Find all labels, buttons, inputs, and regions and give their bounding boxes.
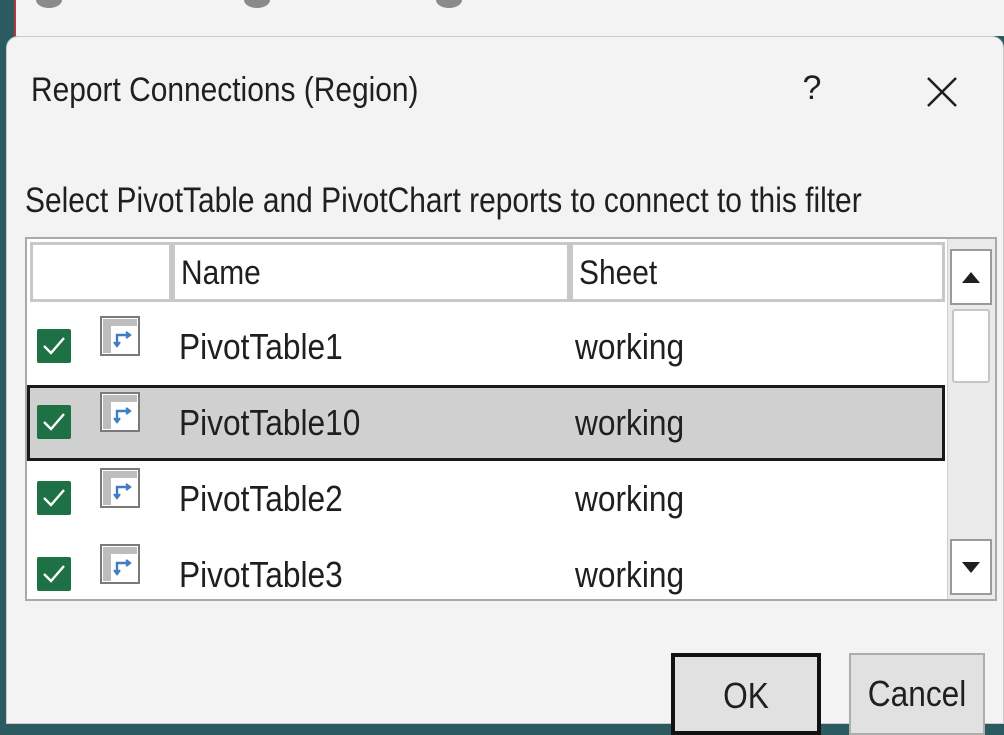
header-checkbox-column bbox=[30, 242, 172, 302]
table-header: Name Sheet bbox=[27, 239, 945, 309]
instruction-text: Select PivotTable and PivotChart reports… bbox=[25, 181, 862, 220]
row-sheet: working bbox=[575, 554, 685, 595]
table-row[interactable]: PivotTable2 working bbox=[27, 461, 945, 537]
scroll-thumb[interactable] bbox=[952, 309, 990, 383]
report-connections-dialog: Report Connections (Region) ? Select Piv… bbox=[6, 36, 1004, 735]
table-row[interactable]: PivotTable1 working bbox=[27, 309, 945, 385]
row-name: PivotTable1 bbox=[179, 326, 343, 367]
arrow-up-icon bbox=[962, 272, 980, 283]
background-decoration bbox=[436, 0, 462, 8]
row-name: PivotTable10 bbox=[179, 402, 361, 443]
checkmark-icon bbox=[43, 413, 65, 431]
help-button[interactable]: ? bbox=[787, 63, 837, 113]
dialog-title: Report Connections (Region) bbox=[31, 71, 419, 109]
ok-button[interactable]: OK bbox=[671, 653, 821, 735]
row-sheet: working bbox=[575, 326, 685, 367]
table-row[interactable]: PivotTable3 working bbox=[27, 537, 945, 599]
report-list: Name Sheet PivotTable1 working PivotTabl… bbox=[25, 237, 997, 601]
pivot-table-icon bbox=[100, 392, 140, 432]
row-name: PivotTable2 bbox=[179, 478, 343, 519]
pivot-table-icon bbox=[100, 316, 140, 356]
checkmark-icon bbox=[43, 337, 65, 355]
header-name-label: Name bbox=[181, 254, 261, 292]
pivot-table-icon bbox=[100, 544, 140, 584]
scroll-up-button[interactable] bbox=[950, 249, 992, 305]
row-checkbox[interactable] bbox=[37, 481, 71, 515]
pivot-table-icon bbox=[100, 468, 140, 508]
close-icon bbox=[927, 77, 957, 107]
row-checkbox[interactable] bbox=[37, 329, 71, 363]
header-sheet[interactable]: Sheet bbox=[570, 242, 945, 302]
close-button[interactable] bbox=[913, 63, 969, 119]
vertical-scrollbar[interactable] bbox=[947, 239, 995, 599]
background-decoration bbox=[244, 0, 270, 8]
cancel-button[interactable]: Cancel bbox=[849, 653, 985, 735]
checkmark-icon bbox=[43, 489, 65, 507]
row-checkbox[interactable] bbox=[37, 405, 71, 439]
scroll-down-button[interactable] bbox=[950, 539, 992, 595]
arrow-down-icon bbox=[962, 562, 980, 573]
header-name[interactable]: Name bbox=[172, 242, 570, 302]
checkmark-icon bbox=[43, 565, 65, 583]
row-sheet: working bbox=[575, 478, 685, 519]
background-decoration bbox=[36, 0, 62, 8]
row-checkbox[interactable] bbox=[37, 557, 71, 591]
header-sheet-label: Sheet bbox=[579, 254, 658, 292]
table-row-selected[interactable]: PivotTable10 working bbox=[27, 385, 945, 461]
background-window bbox=[14, 0, 1004, 36]
row-name: PivotTable3 bbox=[179, 554, 343, 595]
row-sheet: working bbox=[575, 402, 685, 443]
